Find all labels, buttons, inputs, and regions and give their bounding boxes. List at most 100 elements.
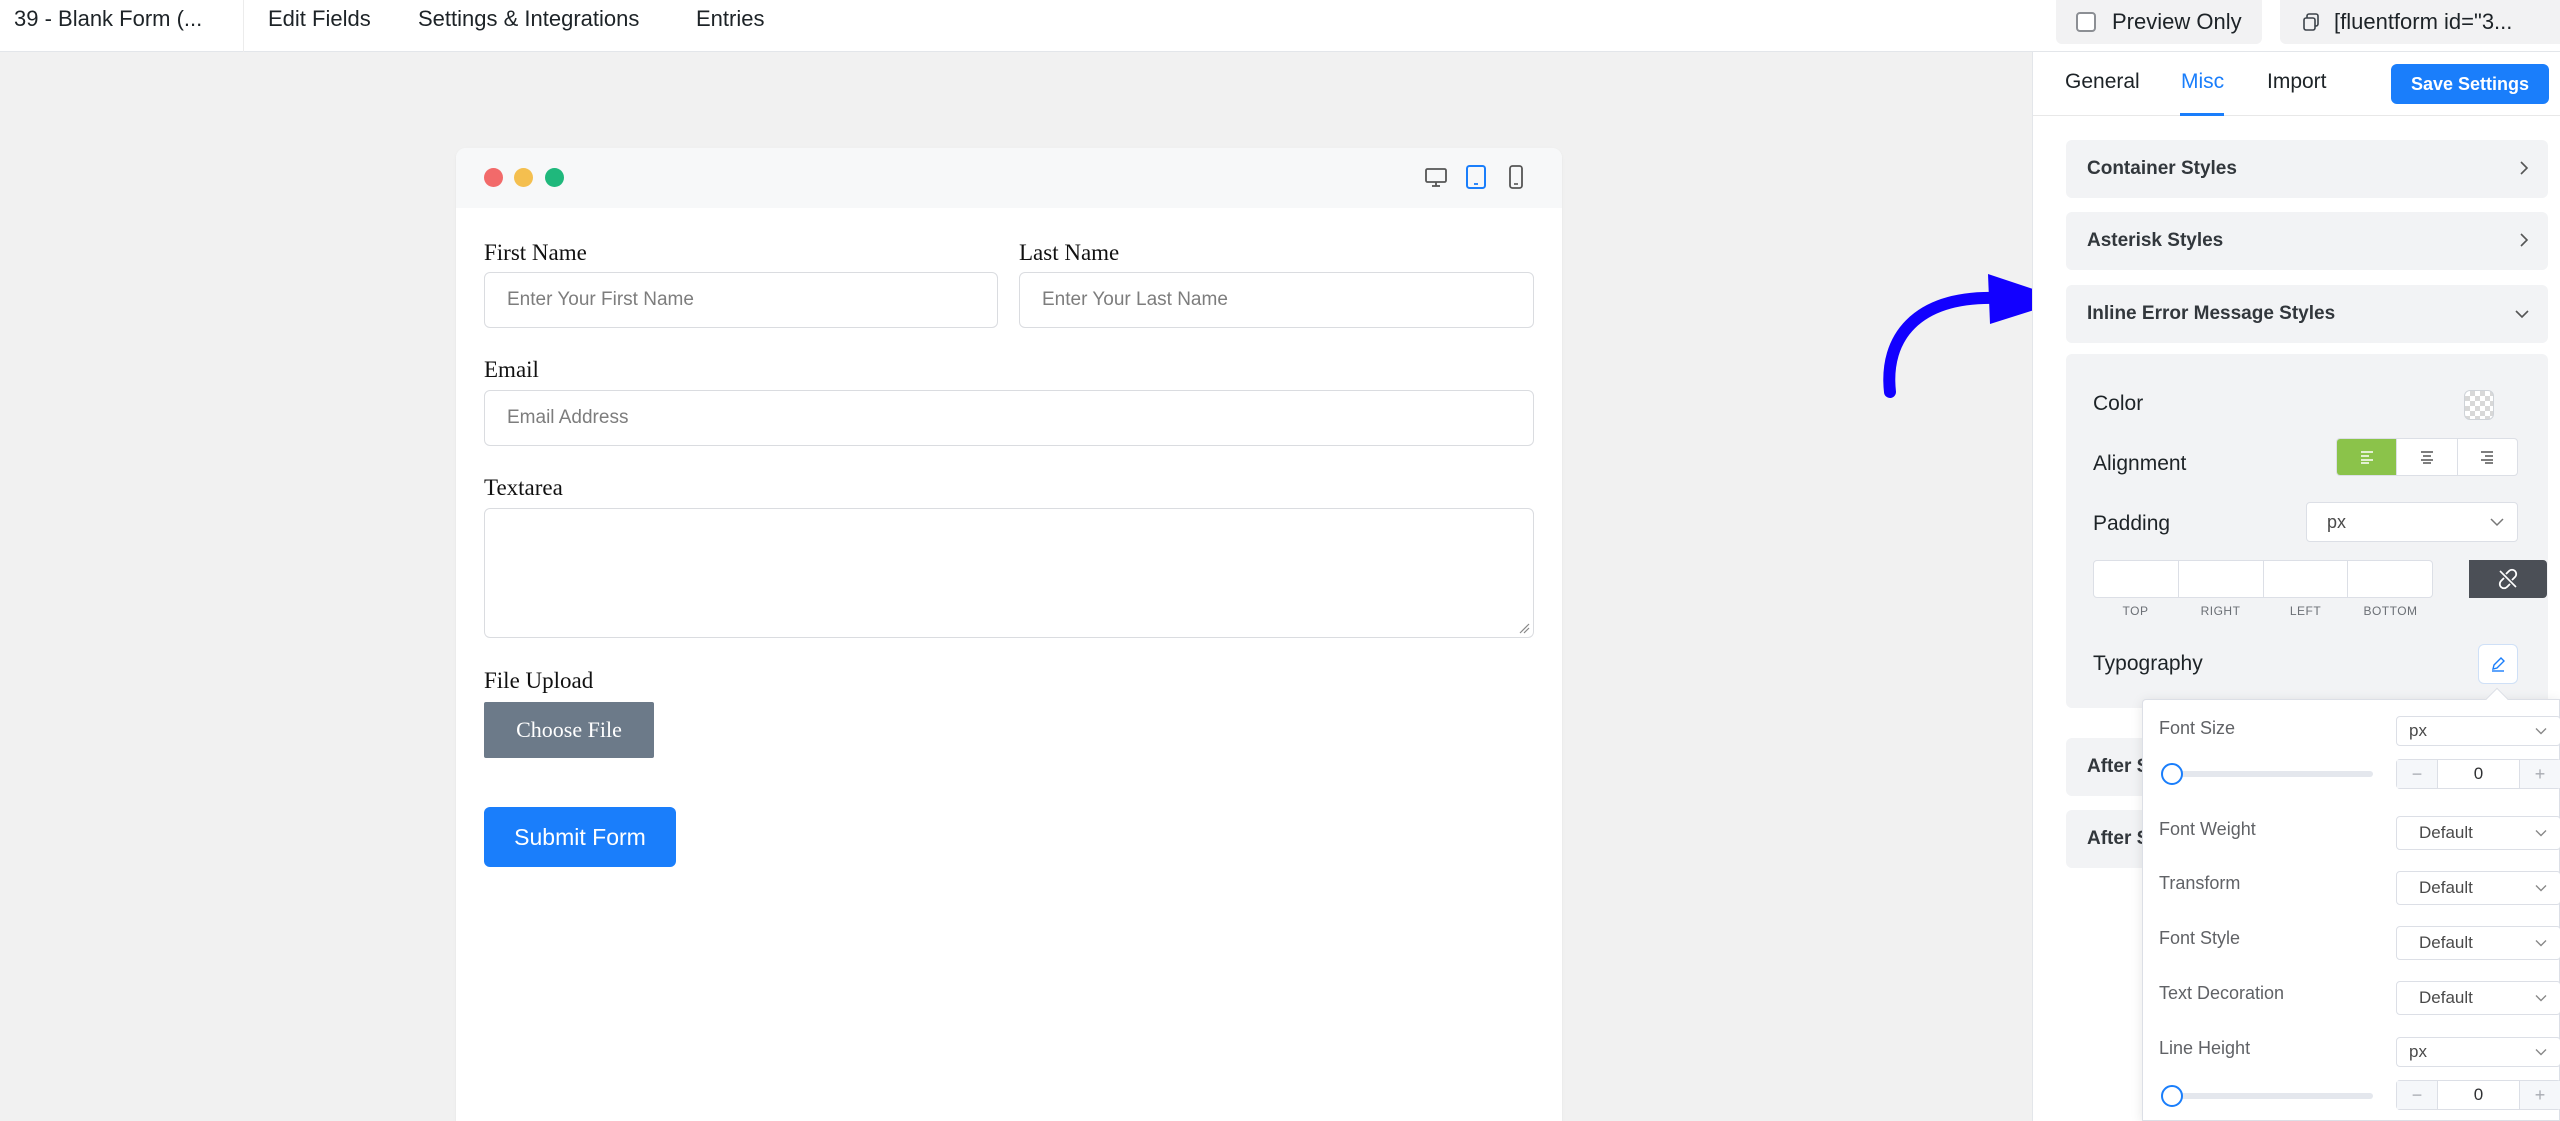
chevron-down-icon [2535,885,2547,892]
edit-pen-icon [2492,657,2505,672]
padding-unit-select[interactable]: px [2306,502,2518,542]
padding-right-input[interactable] [2179,561,2264,597]
email-input[interactable]: Email Address [484,390,1534,446]
font-size-slider-track[interactable] [2167,771,2373,777]
font-size-stepper: − 0 + [2396,759,2560,789]
align-right-icon [2481,451,2494,464]
accordion-container-styles[interactable]: Container Styles [2066,140,2548,198]
padding-bottom-input[interactable] [2348,561,2432,597]
top-bar: 39 - Blank Form (... Edit Fields Setting… [0,0,2560,52]
font-size-increment-button[interactable]: + [2520,760,2560,788]
preview-only-label: Preview Only [2112,9,2242,34]
active-tab-indicator [2180,113,2224,116]
save-settings-button[interactable]: Save Settings [2391,64,2549,104]
accordion-asterisk-styles[interactable]: Asterisk Styles [2066,212,2548,270]
align-right-button[interactable] [2458,439,2517,475]
form-preview-card: First Name Enter Your First Name Last Na… [456,148,1562,1121]
padding-left-caption: LEFT [2289,604,2322,618]
preview-only-toggle[interactable]: Preview Only [2056,0,2262,44]
typography-label: Typography [2093,652,2203,675]
accordion-label: After S [2087,828,2150,849]
font-size-unit-value: px [2409,721,2427,740]
line-height-label: Line Height [2159,1038,2251,1058]
line-height-decrement-button[interactable]: − [2397,1081,2437,1109]
chevron-down-icon [2490,518,2504,527]
padding-label: Padding [2093,512,2171,535]
settings-tabs: General Misc Import Save Settings [2033,52,2560,116]
nav-edit-fields[interactable]: Edit Fields [268,6,371,32]
text-decoration-value: Default [2419,988,2473,1007]
tab-import[interactable]: Import [2267,70,2327,94]
accordion-inline-error-styles[interactable]: Inline Error Message Styles [2066,285,2548,343]
font-size-slider-handle[interactable] [2161,763,2183,785]
padding-top-input[interactable] [2094,561,2179,597]
align-left-button[interactable] [2337,439,2398,475]
mobile-icon[interactable] [1502,162,1530,192]
line-height-unit-value: px [2409,1042,2427,1061]
resize-grip-icon[interactable] [1518,622,1530,634]
choose-file-button[interactable]: Choose File [484,702,654,758]
line-height-unit-select[interactable]: px [2396,1037,2560,1067]
font-size-decrement-button[interactable]: − [2397,760,2437,788]
color-label: Color [2093,392,2144,415]
last-name-input[interactable]: Enter Your Last Name [1019,272,1534,328]
alignment-label: Alignment [2093,452,2187,475]
chevron-right-icon [2520,161,2529,175]
unlink-icon [2498,568,2518,590]
font-weight-value: Default [2419,823,2473,842]
chevron-down-icon [2515,310,2529,319]
preview-header [456,148,1562,208]
chevron-right-icon [2520,233,2529,247]
tab-misc[interactable]: Misc [2181,70,2224,94]
first-name-label: First Name [484,240,587,265]
line-height-slider-handle[interactable] [2161,1085,2183,1107]
align-center-button[interactable] [2397,439,2458,475]
nav-entries[interactable]: Entries [696,6,764,32]
last-name-label: Last Name [1019,240,1120,265]
textarea-input[interactable] [484,508,1534,638]
line-height-value[interactable]: 0 [2437,1081,2520,1109]
submit-form-button[interactable]: Submit Form [484,807,676,867]
transform-label: Transform [2159,873,2241,893]
align-center-icon [2420,451,2433,464]
font-size-value[interactable]: 0 [2437,760,2520,788]
font-style-label: Font Style [2159,928,2241,948]
nav-settings-integrations[interactable]: Settings & Integrations [418,6,639,32]
accordion-label: Container Styles [2087,158,2237,179]
tab-general[interactable]: General [2065,70,2140,94]
line-height-stepper: − 0 + [2396,1080,2560,1110]
padding-link-toggle[interactable] [2469,560,2547,598]
tablet-icon[interactable] [1462,162,1490,192]
shortcode-copy-button[interactable]: [fluentform id="3... [2280,0,2560,44]
typography-edit-button[interactable] [2478,644,2518,684]
alignment-toggle [2336,438,2518,476]
copy-icon [2303,13,2319,31]
topbar-divider [243,0,244,52]
window-dot-green [545,168,564,187]
font-style-select[interactable]: Default [2396,926,2560,960]
form-title[interactable]: 39 - Blank Form (... [14,6,202,32]
font-weight-select[interactable]: Default [2396,816,2560,850]
padding-left-input[interactable] [2264,561,2349,597]
line-height-slider-track[interactable] [2167,1093,2373,1099]
padding-right-caption: RIGHT [2200,604,2241,618]
padding-inputs [2093,560,2433,598]
text-decoration-select[interactable]: Default [2396,981,2560,1015]
chevron-down-icon [2535,728,2547,735]
line-height-increment-button[interactable]: + [2520,1081,2560,1109]
first-name-input[interactable]: Enter Your First Name [484,272,998,328]
color-picker[interactable] [2464,390,2494,420]
form-preview-canvas: First Name Enter Your First Name Last Na… [0,52,2032,1121]
file-upload-label: File Upload [484,668,594,693]
desktop-icon[interactable] [1422,162,1450,192]
accordion-label: After S [2087,756,2150,777]
typography-popover: Font Size px − 0 + Font Weight Default T… [2142,699,2560,1121]
chevron-down-icon [2535,830,2547,837]
preview-only-checkbox[interactable] [2076,12,2096,32]
font-size-unit-select[interactable]: px [2396,716,2560,746]
transform-select[interactable]: Default [2396,871,2560,905]
font-style-value: Default [2419,933,2473,952]
textarea-label: Textarea [484,475,563,500]
accordion-label: Asterisk Styles [2087,230,2224,251]
padding-bottom-caption: BOTTOM [2363,604,2418,618]
